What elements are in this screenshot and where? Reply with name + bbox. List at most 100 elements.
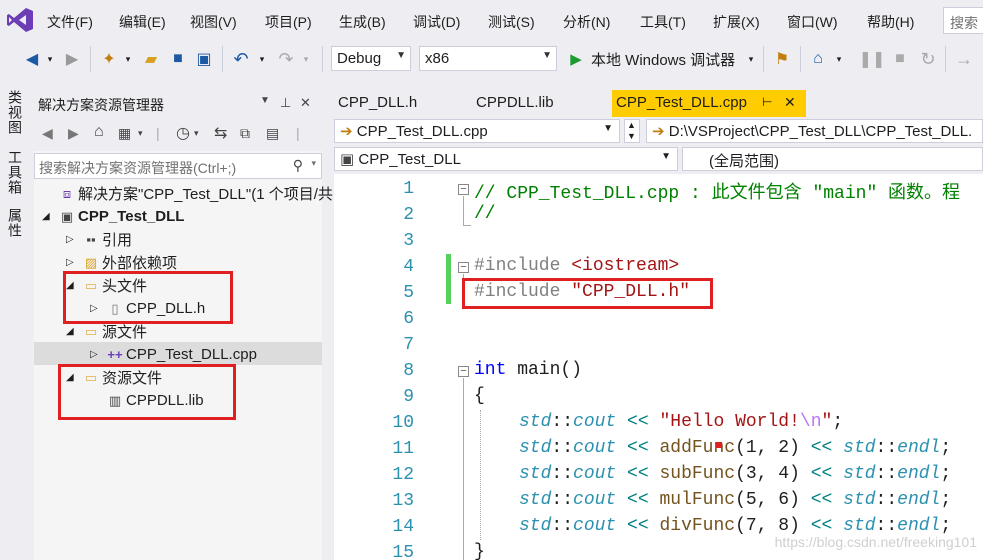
tree-item-project[interactable]: ◢ ▣ CPP_Test_DLL [42, 205, 184, 228]
back-icon[interactable]: ◀ [22, 48, 42, 70]
external-deps-icon: ▨ [84, 254, 98, 270]
platform-select[interactable]: x86 ▼ [419, 46, 557, 71]
code-editor[interactable]: 1 2 3 4 5 6 7 8 9 10 11 12 13 14 15 − − … [334, 174, 983, 560]
redo-icon[interactable]: ↷ [275, 48, 297, 70]
tab-class-view[interactable]: 类视图 [5, 90, 25, 135]
start-debug-button[interactable]: 本地 Windows 调试器 [591, 48, 743, 70]
solution-search-input[interactable]: 搜索解决方案资源管理器(Ctrl+;) ⚲ ▾ [34, 153, 322, 179]
solution-icon: ⧈ [62, 185, 72, 201]
pin-icon[interactable]: ⊢ [762, 95, 772, 109]
separator-icon: | [156, 125, 160, 141]
visual-studio-logo-icon [7, 8, 33, 32]
tab-cpp-dll-h[interactable]: CPP_DLL.h [334, 90, 468, 117]
line-number: 1 [403, 179, 414, 199]
tree-item-label: CPP_Test_DLL.cpp [126, 346, 257, 363]
debug-target-dropdown-icon[interactable]: ▾ [745, 48, 757, 70]
expanded-arrow-icon[interactable]: ◢ [66, 326, 80, 337]
pending-changes-icon[interactable]: ◷ [176, 123, 190, 143]
restart-icon[interactable]: ↻ [918, 48, 938, 70]
step-icon[interactable]: → [952, 48, 976, 70]
file-navigation-bar: ➔ CPP_Test_DLL.cpp ▼ ▲ ▼ ➔ D:\VSProject\C… [334, 117, 983, 145]
line-number: 12 [392, 465, 414, 485]
save-all-icon[interactable]: ▣ [193, 48, 215, 70]
new-item-dropdown-icon[interactable]: ▾ [122, 48, 134, 70]
menu-test[interactable]: 测试(S) [488, 12, 535, 32]
pending-dropdown-icon[interactable]: ▾ [194, 128, 199, 139]
switch-views-icon[interactable]: ▦ [118, 125, 131, 142]
show-all-files-icon[interactable]: ▤ [266, 125, 279, 142]
tree-item-references[interactable]: ▷ ▪▪ 引用 [66, 228, 132, 251]
sync-icon[interactable]: ⇆ [214, 123, 227, 143]
undo-icon[interactable]: ↶ [230, 48, 252, 70]
menu-file[interactable]: 文件(F) [47, 12, 93, 32]
project-select[interactable]: ▣ CPP_Test_DLL ▼ [334, 147, 678, 171]
toolbar-options-icon[interactable]: ▾ [832, 48, 846, 70]
forward-icon[interactable]: ▶ [62, 48, 82, 70]
path-select-value: D:\VSProject\CPP_Test_DLL\CPP_Test_DLL. [668, 123, 973, 140]
expanded-arrow-icon[interactable]: ◢ [42, 211, 56, 222]
menu-build[interactable]: 生成(B) [339, 12, 386, 32]
chevron-down-icon: ▼ [603, 123, 613, 134]
menu-help[interactable]: 帮助(H) [867, 12, 914, 32]
path-select[interactable]: ➔ D:\VSProject\CPP_Test_DLL\CPP_Test_DLL… [646, 119, 983, 143]
home-icon[interactable]: ⌂ [94, 123, 104, 141]
tree-item-cpp-test-dll-cpp[interactable]: ▷ ++ CPP_Test_DLL.cpp [90, 343, 257, 366]
collapse-icon[interactable]: − [458, 262, 469, 273]
menu-bar: 文件(F) 编辑(E) 视图(V) 项目(P) 生成(B) 调试(D) 测试(S… [0, 0, 983, 40]
collapsed-arrow-icon[interactable]: ▷ [66, 257, 80, 268]
back-dropdown-icon[interactable]: ▾ [44, 48, 56, 70]
start-debug-icon[interactable]: ▶ [566, 48, 586, 70]
menu-debug[interactable]: 调试(D) [413, 12, 460, 32]
panel-menu-icon[interactable]: ▼ [260, 95, 270, 106]
collapse-icon[interactable]: − [458, 184, 469, 195]
forward-icon[interactable]: ▶ [68, 125, 79, 142]
close-icon[interactable]: ✕ [300, 95, 311, 111]
platform-value: x86 [425, 50, 450, 67]
tab-properties[interactable]: 属性 [5, 208, 25, 238]
tree-item-label: 源文件 [102, 324, 148, 341]
new-item-icon[interactable]: ✦ [98, 48, 120, 70]
close-icon[interactable]: ✕ [784, 94, 796, 111]
file-select[interactable]: ➔ CPP_Test_DLL.cpp ▼ [334, 119, 620, 143]
pin-icon[interactable]: ⊥ [280, 95, 291, 111]
save-icon[interactable]: ■ [168, 48, 188, 70]
undo-dropdown-icon[interactable]: ▾ [256, 48, 268, 70]
code-line-10: std::cout << "Hello World!\n"; [519, 412, 844, 432]
tree-item-label: CPP_Test_DLL [78, 208, 185, 225]
collapse-all-icon[interactable]: ⧉ [240, 125, 250, 142]
menu-extensions[interactable]: 扩展(X) [713, 12, 760, 32]
menu-project[interactable]: 项目(P) [265, 12, 312, 32]
pause-icon[interactable]: ❚❚ [859, 48, 886, 70]
search-options-icon[interactable]: ▾ [311, 158, 316, 169]
tab-cpp-test-dll-cpp[interactable]: CPP_Test_DLL.cpp ⊢ ✕ [612, 90, 806, 117]
redo-dropdown-icon[interactable]: ▾ [300, 48, 312, 70]
line-number: 14 [392, 517, 414, 537]
tab-toolbox[interactable]: 工具箱 [5, 150, 25, 195]
tree-item-solution[interactable]: ⧈ 解决方案"CPP_Test_DLL"(1 个项目/共 [42, 182, 333, 205]
code-line-14: std::cout << divFunc(7, 8) << std::endl; [519, 516, 952, 536]
menu-tools[interactable]: 工具(T) [640, 12, 686, 32]
menu-edit[interactable]: 编辑(E) [119, 12, 166, 32]
switch-views-dropdown-icon[interactable]: ▾ [138, 128, 143, 139]
scope-select[interactable]: (全局范围) [682, 147, 983, 171]
file-select-spinner[interactable]: ▲ ▼ [624, 119, 640, 143]
solution-explorer-icon[interactable]: ⌂ [807, 48, 829, 70]
tab-label: CPPDLL.lib [476, 94, 554, 111]
collapsed-arrow-icon[interactable]: ▷ [90, 349, 104, 360]
tab-cppdll-lib[interactable]: CPPDLL.lib [472, 90, 608, 117]
file-select-value: CPP_Test_DLL.cpp [356, 123, 488, 140]
collapsed-arrow-icon[interactable]: ▷ [66, 234, 80, 245]
find-in-files-icon[interactable]: ⚑ [771, 48, 793, 70]
collapse-icon[interactable]: − [458, 366, 469, 377]
menu-window[interactable]: 窗口(W) [787, 12, 838, 32]
menu-view[interactable]: 视图(V) [190, 12, 237, 32]
configuration-select[interactable]: Debug ▼ [331, 46, 411, 71]
code-line-8: int main() [474, 360, 583, 380]
line-number: 6 [403, 309, 414, 329]
search-box[interactable]: 搜索 [943, 7, 983, 34]
stop-icon[interactable]: ■ [890, 48, 910, 70]
folder-icon: ▭ [84, 323, 98, 339]
back-icon[interactable]: ◀ [42, 125, 53, 142]
open-folder-icon[interactable]: ▰ [140, 48, 162, 70]
menu-analyze[interactable]: 分析(N) [563, 12, 610, 32]
